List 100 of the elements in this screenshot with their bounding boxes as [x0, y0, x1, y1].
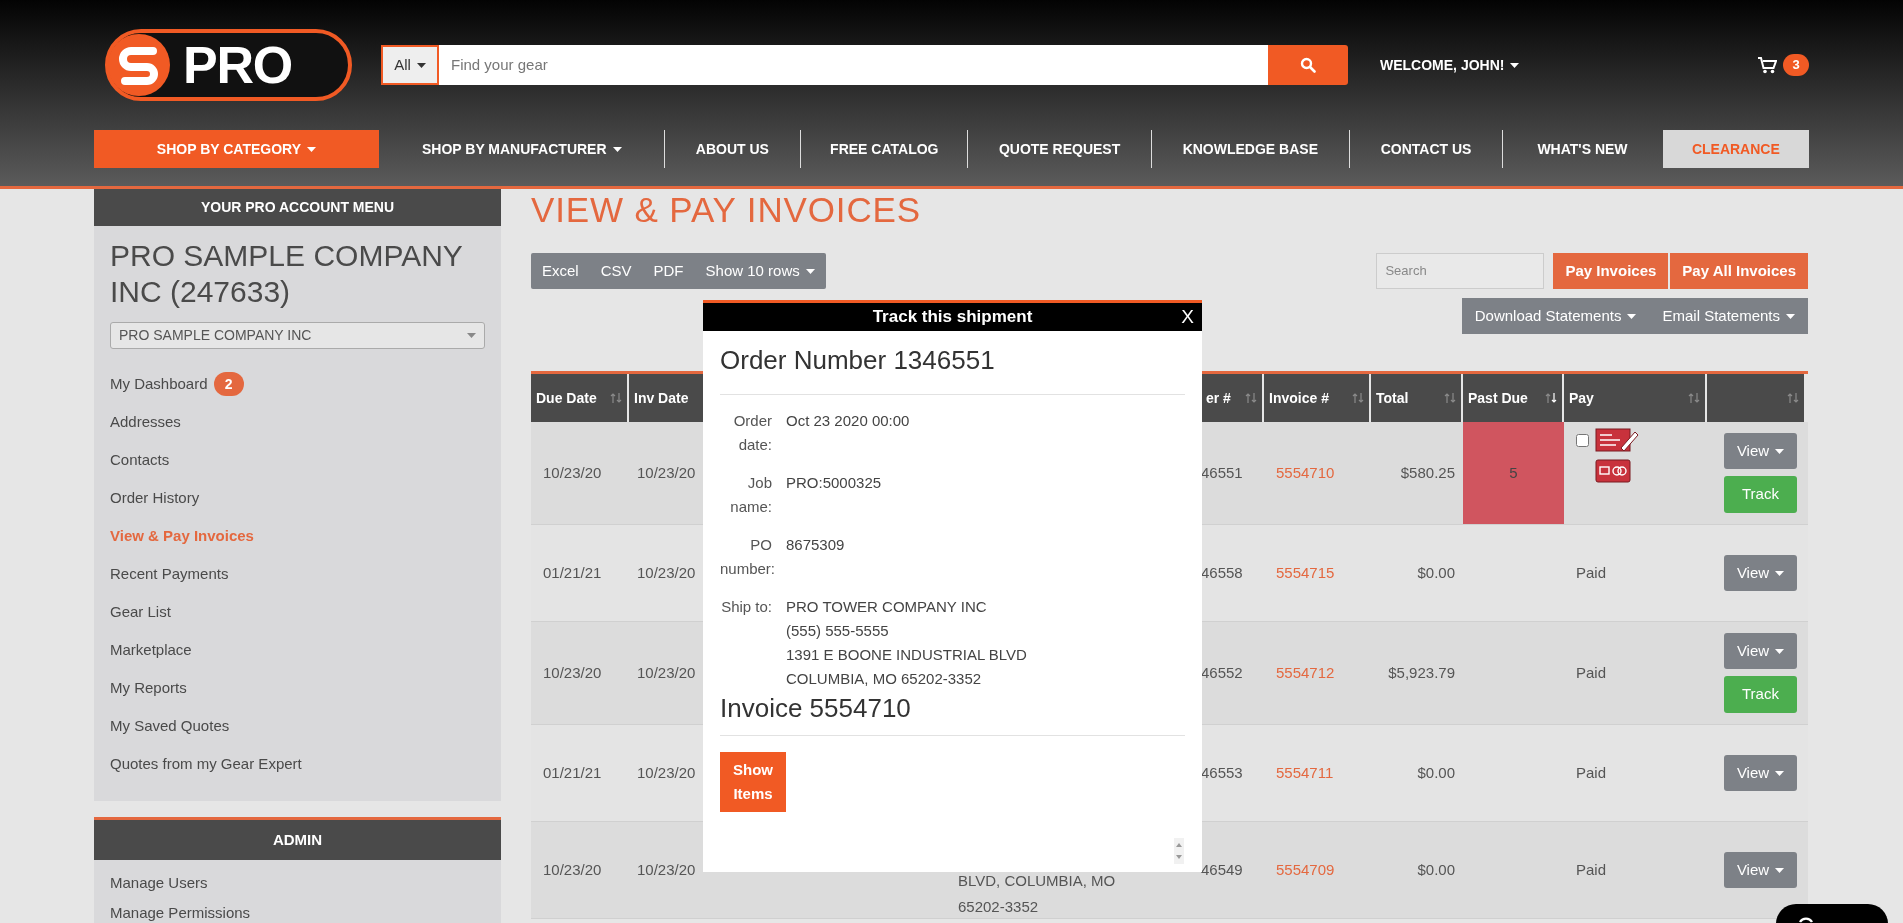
search-field[interactable]: Find your gear [439, 45, 1268, 85]
view-dropdown-button[interactable]: View [1724, 433, 1797, 469]
nav-item[interactable]: ABOUT US [664, 130, 801, 168]
table-cell-text: 46551 [1201, 462, 1243, 483]
sidebar-item[interactable]: Manage Users [110, 871, 208, 895]
pay-status: Paid [1575, 662, 1607, 683]
table-cell-text: 46552 [1201, 662, 1243, 683]
close-button[interactable]: X [1181, 305, 1194, 329]
caret-icon [612, 146, 622, 152]
sidebar-item[interactable]: Manage Permissions [110, 901, 251, 923]
caret-icon [307, 146, 316, 152]
account-select[interactable]: PRO SAMPLE COMPANY INC [110, 322, 485, 349]
export-button[interactable]: Excel [531, 253, 590, 289]
rows-dropdown[interactable]: Show 10 rows [694, 253, 826, 289]
nav-item[interactable]: SHOP BY CATEGORY [94, 130, 379, 168]
view-dropdown-button[interactable]: View [1724, 633, 1797, 669]
column-header[interactable]: Pay [1564, 374, 1707, 422]
view-dropdown-button[interactable]: View [1724, 755, 1797, 791]
table-cell-text: 65202-3352 [958, 897, 1039, 917]
sidebar-item[interactable]: My Reports [110, 676, 187, 700]
table-cell-text: 10/23/20 [637, 859, 696, 880]
column-label: Pay [1569, 388, 1594, 408]
caret-icon [1775, 570, 1785, 576]
nav-item[interactable]: CONTACT US [1349, 130, 1503, 168]
table-cell-text: 46553 [1201, 762, 1243, 783]
pay-status: Paid [1575, 762, 1607, 783]
field-label: Job name: [729, 473, 772, 517]
field-label: Order date: [732, 411, 772, 455]
table-cell-text: 01/21/21 [543, 762, 602, 783]
table-cell-text: 5 [1509, 462, 1518, 483]
caret-icon [1627, 313, 1637, 319]
column-label: er # [1206, 388, 1231, 408]
sidebar-item[interactable]: Recent Payments [110, 562, 229, 586]
field-value: PRO:5000325 [786, 473, 882, 493]
pay-button[interactable]: Pay All Invoices [1670, 253, 1808, 289]
sidebar-item[interactable]: Gear List [110, 600, 171, 624]
search-scope-dropdown[interactable]: All [381, 45, 439, 85]
column-header[interactable]: Past Due [1463, 374, 1564, 422]
field-value: 8675309 [786, 535, 845, 555]
search-field[interactable]: Search [1376, 253, 1545, 289]
dialog-title: Track this shipment [872, 306, 1033, 329]
statement-dropdown[interactable]: Download Statements [1461, 298, 1650, 334]
table-cell-text: $580.25 [1400, 462, 1455, 483]
company-name: PRO SAMPLE COMPANY INC (247633) [110, 238, 464, 310]
nav-item[interactable]: QUOTE REQUEST [968, 130, 1151, 168]
nav-item[interactable]: FREE CATALOG [801, 130, 968, 168]
pay-button[interactable]: Pay Invoices [1553, 253, 1669, 289]
nav-item[interactable]: KNOWLEDGE BASE [1151, 130, 1349, 168]
logo-mark-icon [107, 33, 171, 97]
field-value: (555) 555-5555 [786, 621, 890, 641]
table-cell-text: $0.00 [1417, 562, 1455, 583]
nav-item[interactable]: SHOP BY MANUFACTURER [379, 130, 664, 168]
sidebar-item[interactable]: Quotes from my Gear Expert [110, 752, 302, 776]
column-header[interactable] [1707, 374, 1806, 422]
statement-dropdown[interactable]: Email Statements [1649, 298, 1808, 334]
panel-header: ADMIN [94, 820, 501, 860]
logo-text: PRO [183, 39, 292, 91]
table-cell-text: 10/23/20 [637, 462, 696, 483]
sort-icon[interactable] [1545, 392, 1557, 404]
pay-status: Paid [1575, 859, 1607, 880]
table-cell-text: $5,923.79 [1388, 662, 1455, 683]
table-cell-text: $0.00 [1417, 762, 1455, 783]
caret-icon [1775, 867, 1785, 873]
caret-icon [1510, 62, 1520, 68]
caret-icon [467, 333, 476, 338]
caret-icon [1775, 770, 1785, 776]
field-value: PRO TOWER COMPANY INC [786, 597, 988, 617]
sidebar-item[interactable]: Contacts [110, 448, 170, 472]
caret-icon [1786, 313, 1795, 319]
table-cell-text: 10/23/20 [543, 859, 602, 880]
column-header[interactable]: Total [1371, 374, 1463, 422]
pay-checkbox[interactable] [1576, 434, 1589, 447]
column-header[interactable]: Due Date [531, 374, 629, 422]
search-icon [1300, 57, 1316, 73]
credit-card-icon[interactable] [1595, 458, 1633, 484]
view-dropdown-button[interactable]: View [1724, 852, 1797, 888]
column-label: Due Date [536, 388, 597, 408]
export-button[interactable]: CSV [589, 253, 643, 289]
column-header[interactable]: Invoice # [1264, 374, 1371, 422]
check-payment-icon[interactable] [1595, 426, 1639, 454]
table-cell-text: 10/23/20 [543, 462, 602, 483]
column-header[interactable]: er # [1201, 374, 1264, 422]
nav-item[interactable]: WHAT'S NEW [1503, 130, 1662, 168]
show-items-button[interactable]: Show Items [720, 752, 786, 812]
cart-icon[interactable] [1758, 56, 1777, 74]
caret-icon [1775, 648, 1785, 654]
table-cell-text: 10/23/20 [637, 762, 696, 783]
view-dropdown-button[interactable]: View [1724, 555, 1797, 591]
sidebar-item[interactable]: Order History [110, 486, 200, 510]
logo[interactable]: PRO [105, 29, 352, 101]
sidebar-item[interactable]: Addresses [110, 410, 181, 434]
field-label: PO number: [720, 535, 772, 579]
sidebar-item[interactable]: Marketplace [110, 638, 192, 662]
export-button[interactable]: PDF [642, 253, 695, 289]
count-badge: 2 [213, 372, 244, 396]
account-menu[interactable]: WELCOME, JOHN! [1380, 54, 1520, 76]
search-button[interactable] [1268, 45, 1348, 85]
sidebar-item[interactable]: My Saved Quotes [110, 714, 230, 738]
sidebar-item[interactable]: My Dashboard [110, 372, 208, 396]
cart-count-badge: 3 [1783, 54, 1809, 76]
